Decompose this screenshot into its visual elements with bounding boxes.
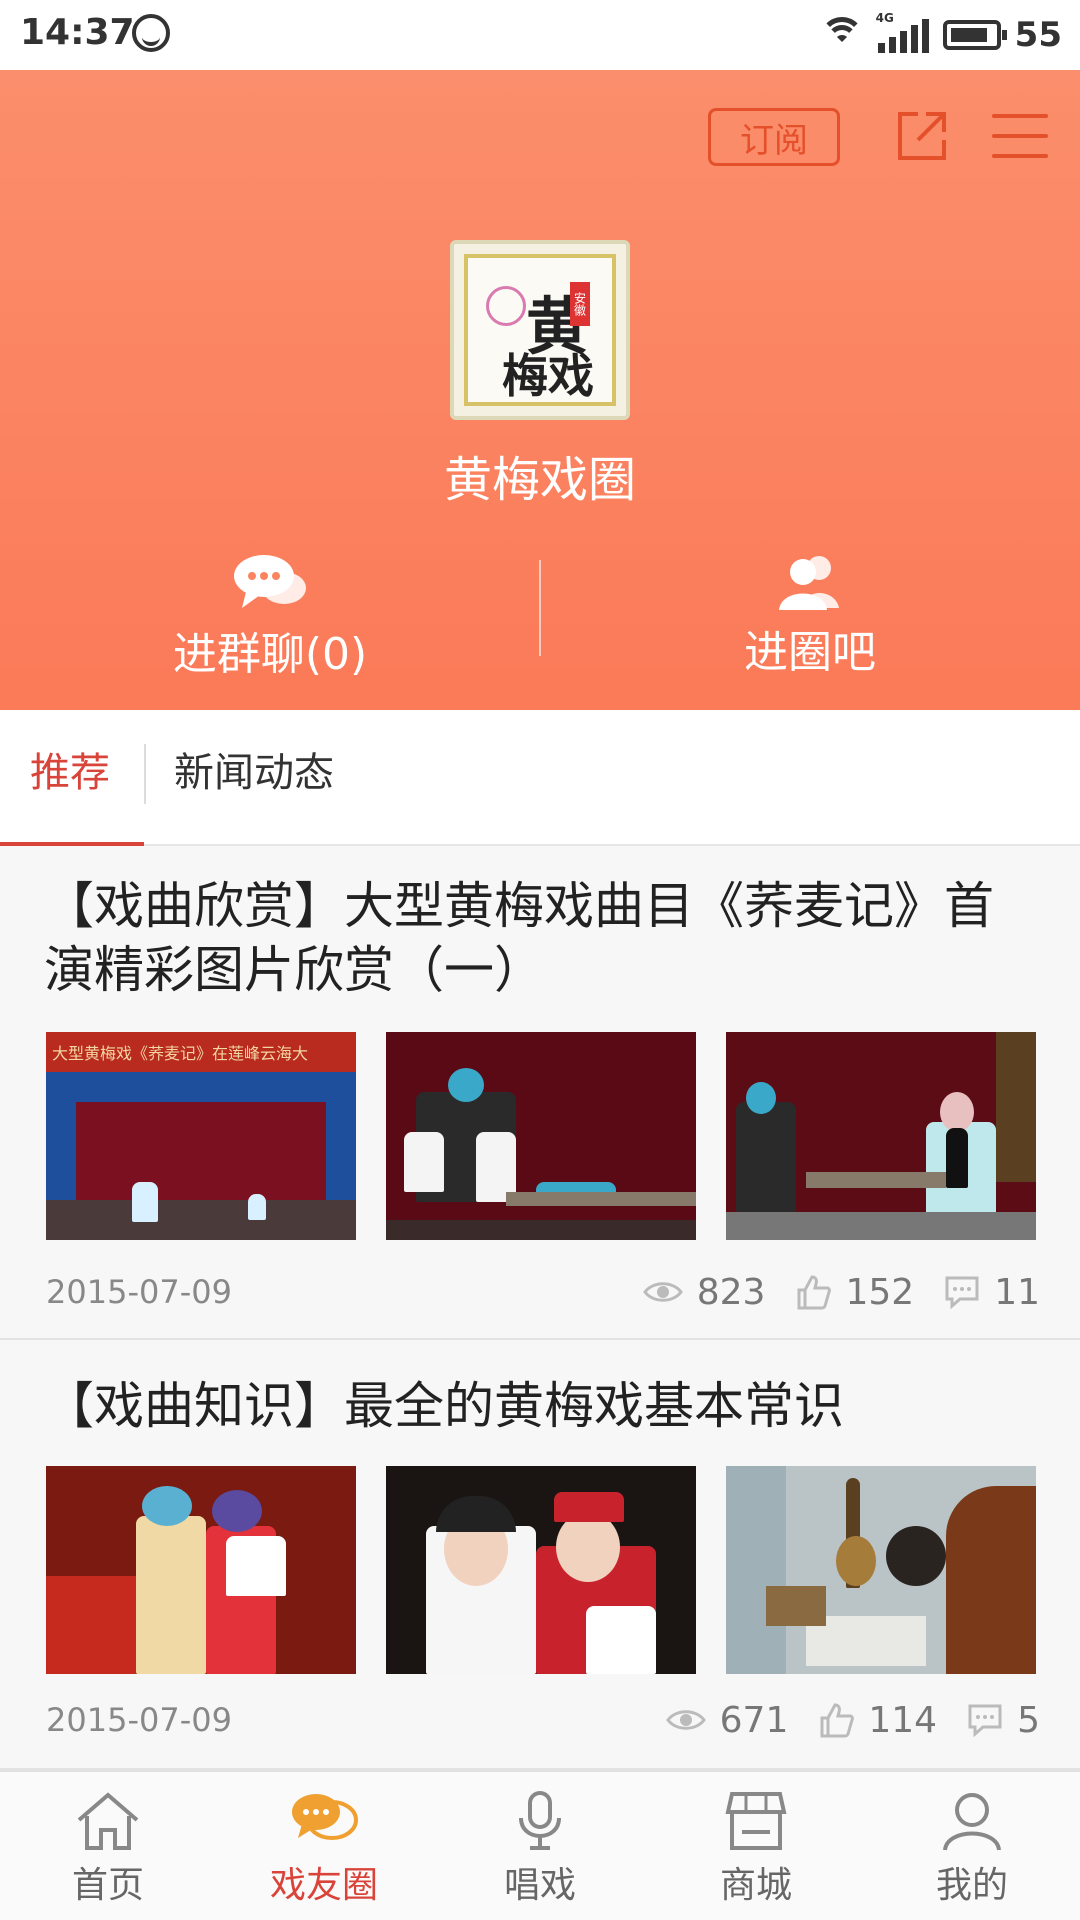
post-feed: 【戏曲欣赏】大型黄梅戏曲目《荞麦记》首演精彩图片欣赏（一） 大型黄梅戏《荞麦记》… bbox=[0, 846, 1080, 1770]
nav-opera-circle[interactable]: 戏友圈 bbox=[216, 1772, 432, 1920]
share-icon[interactable] bbox=[892, 106, 952, 166]
thumb-banner-text: 大型黄梅戏《荞麦记》在莲峰云海大 bbox=[46, 1032, 356, 1072]
logo-seal: 安徽 bbox=[570, 282, 590, 326]
do-not-disturb-icon bbox=[132, 14, 170, 52]
likes-stat[interactable]: 114 bbox=[818, 1700, 937, 1741]
views-stat: 823 bbox=[642, 1271, 766, 1313]
post-thumbnails bbox=[46, 1466, 1036, 1674]
views-count: 671 bbox=[719, 1699, 789, 1741]
views-count: 823 bbox=[696, 1271, 766, 1313]
members-icon bbox=[779, 556, 839, 610]
thumbs-up-icon bbox=[820, 1703, 855, 1738]
bottom-nav: 首页 戏友圈 唱戏 商城 我的 bbox=[0, 1770, 1080, 1920]
circle-header: 订阅 黄 梅戏 安徽 黄梅戏圈 进群聊(0) 进圈吧 bbox=[0, 70, 1080, 710]
circle-logo: 黄 梅戏 安徽 bbox=[450, 240, 630, 420]
comments-count: 5 bbox=[1017, 1699, 1040, 1741]
comment-icon bbox=[945, 1276, 979, 1309]
nav-profile-label: 我的 bbox=[935, 1865, 1008, 1906]
logo-flower-icon bbox=[486, 286, 526, 326]
status-indicators: 4G 55 bbox=[819, 10, 1062, 60]
post-title[interactable]: 【戏曲知识】最全的黄梅戏基本常识 bbox=[44, 1374, 1040, 1438]
network-type: 4G bbox=[875, 11, 894, 25]
person-icon bbox=[943, 1793, 1001, 1851]
enter-circle-button[interactable]: 进圈吧 bbox=[540, 540, 1080, 680]
tab-news[interactable]: 新闻动态 bbox=[174, 740, 334, 798]
nav-home-label: 首页 bbox=[71, 1865, 144, 1906]
microphone-icon bbox=[519, 1791, 561, 1850]
post-image[interactable] bbox=[386, 1032, 696, 1240]
menu-icon[interactable] bbox=[992, 114, 1048, 158]
likes-stat[interactable]: 152 bbox=[795, 1272, 914, 1313]
post-meta: 2015-07-09 671 114 5 bbox=[46, 1698, 1040, 1742]
logo-text-sub: 梅戏 bbox=[502, 349, 594, 403]
status-time: 14:37 bbox=[20, 12, 135, 53]
nav-store-label: 商城 bbox=[719, 1865, 792, 1906]
nav-home[interactable]: 首页 bbox=[0, 1772, 216, 1920]
post-date: 2015-07-09 bbox=[46, 1701, 232, 1739]
chat-bubbles-icon bbox=[234, 555, 306, 608]
nav-profile[interactable]: 我的 bbox=[864, 1772, 1080, 1920]
wifi-icon bbox=[819, 17, 864, 53]
post-title[interactable]: 【戏曲欣赏】大型黄梅戏曲目《荞麦记》首演精彩图片欣赏（一） bbox=[44, 874, 1040, 1002]
comment-icon bbox=[968, 1704, 1002, 1737]
comments-stat[interactable]: 5 bbox=[967, 1700, 1040, 1741]
comments-count: 11 bbox=[994, 1271, 1040, 1313]
nav-sing-label: 唱戏 bbox=[503, 1865, 576, 1906]
status-bar: 14:37 4G 55 bbox=[0, 0, 1080, 70]
eye-icon bbox=[642, 1282, 683, 1302]
thumbs-up-icon bbox=[797, 1275, 832, 1310]
store-icon bbox=[725, 1792, 787, 1850]
circle-actions: 进群聊(0) 进圈吧 bbox=[0, 540, 1080, 680]
nav-sing[interactable]: 唱戏 bbox=[432, 1772, 648, 1920]
subscribe-button[interactable]: 订阅 bbox=[708, 108, 840, 166]
battery-icon bbox=[942, 20, 1007, 50]
circle-name: 黄梅戏圈 bbox=[443, 452, 636, 508]
post-thumbnails: 大型黄梅戏《荞麦记》在莲峰云海大 bbox=[46, 1032, 1036, 1240]
post-image[interactable] bbox=[46, 1466, 356, 1674]
post-meta: 2015-07-09 823 152 11 bbox=[46, 1270, 1040, 1314]
group-chat-label: 进群聊(0) bbox=[172, 629, 368, 680]
enter-circle-label: 进圈吧 bbox=[744, 627, 876, 678]
content-tabs: 推荐 新闻动态 bbox=[0, 710, 1080, 846]
likes-count: 114 bbox=[868, 1699, 938, 1741]
chat-bubbles-icon bbox=[292, 1794, 358, 1840]
group-chat-button[interactable]: 进群聊(0) bbox=[0, 540, 540, 680]
views-stat: 671 bbox=[665, 1699, 789, 1741]
post-image[interactable] bbox=[386, 1466, 696, 1674]
post-image[interactable] bbox=[726, 1032, 1036, 1240]
nav-store[interactable]: 商城 bbox=[648, 1772, 864, 1920]
comments-stat[interactable]: 11 bbox=[944, 1272, 1040, 1313]
signal-icon: 4G bbox=[876, 11, 929, 53]
nav-opera-circle-label: 戏友圈 bbox=[269, 1865, 378, 1906]
post-card[interactable]: 【戏曲知识】最全的黄梅戏基本常识 2015-07-09 671 114 5 bbox=[0, 1340, 1080, 1770]
post-date: 2015-07-09 bbox=[46, 1273, 232, 1311]
likes-count: 152 bbox=[845, 1271, 915, 1313]
home-icon bbox=[77, 1792, 139, 1850]
tab-recommended[interactable]: 推荐 bbox=[30, 740, 110, 798]
tab-separator bbox=[144, 744, 146, 804]
eye-icon bbox=[665, 1710, 706, 1730]
battery-level: 55 bbox=[1014, 15, 1062, 55]
post-card[interactable]: 【戏曲欣赏】大型黄梅戏曲目《荞麦记》首演精彩图片欣赏（一） 大型黄梅戏《荞麦记》… bbox=[0, 846, 1080, 1340]
post-image[interactable]: 大型黄梅戏《荞麦记》在莲峰云海大 bbox=[46, 1032, 356, 1240]
post-image[interactable] bbox=[726, 1466, 1036, 1674]
